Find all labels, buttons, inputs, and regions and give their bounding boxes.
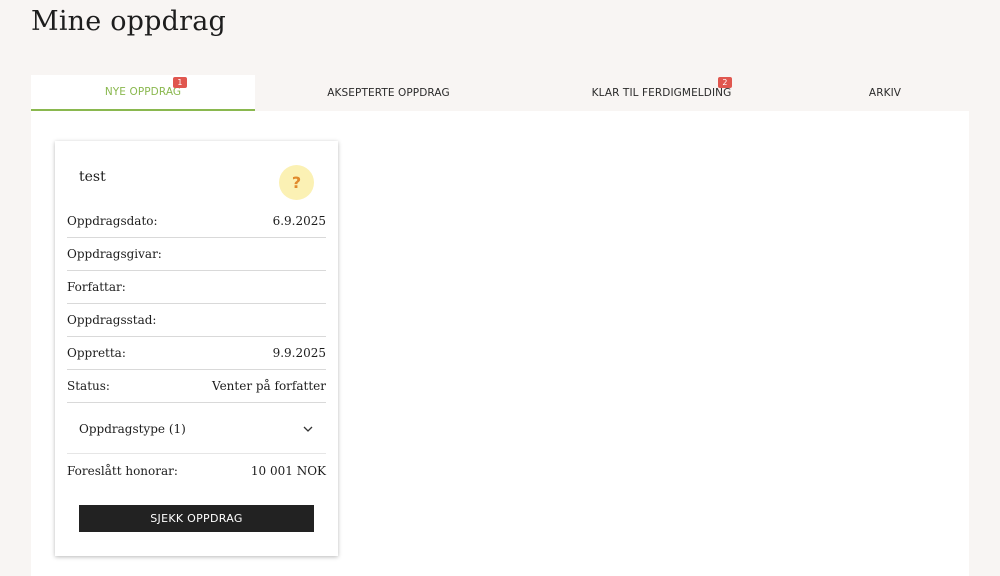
detail-row-oppdragsstad: Oppdragsstad: bbox=[67, 304, 326, 337]
tab-label: AKSEPTERTE OPPDRAG bbox=[327, 87, 450, 99]
page-title: Mine oppdrag bbox=[31, 6, 227, 37]
tab-label: KLAR TIL FERDIGMELDING bbox=[591, 87, 732, 99]
detail-label: Oppdragsdato: bbox=[67, 214, 158, 228]
detail-label: Status: bbox=[67, 379, 110, 393]
sjekk-oppdrag-button[interactable]: SJEKK OPPDRAG bbox=[79, 505, 314, 532]
fee-value: 10 001 NOK bbox=[250, 463, 326, 478]
detail-row-oppdragsdato: Oppdragsdato: 6.9.2025 bbox=[67, 205, 326, 238]
tab-aksepterte-oppdrag[interactable]: AKSEPTERTE OPPDRAG bbox=[255, 75, 522, 111]
detail-value: 9.9.2025 bbox=[272, 346, 326, 360]
expander-label: Oppdragstype (1) bbox=[79, 421, 186, 436]
tab-klar-til-ferdigmelding[interactable]: KLAR TIL FERDIGMELDING 2 bbox=[522, 75, 801, 111]
fee-label: Foreslått honorar: bbox=[67, 463, 178, 478]
detail-row-oppretta: Oppretta: 9.9.2025 bbox=[67, 337, 326, 370]
detail-row-status: Status: Venter på forfatter bbox=[67, 370, 326, 403]
detail-label: Forfattar: bbox=[67, 280, 126, 294]
status-icon-glyph: ? bbox=[291, 173, 302, 192]
card-title: test bbox=[79, 169, 106, 185]
detail-row-oppdragsgivar: Oppdragsgivar: bbox=[67, 238, 326, 271]
detail-value: Venter på forfatter bbox=[212, 379, 326, 393]
detail-list: Oppdragsdato: 6.9.2025 Oppdragsgivar: Fo… bbox=[67, 205, 326, 403]
fee-row: Foreslått honorar: 10 001 NOK bbox=[67, 454, 326, 487]
question-icon: ? bbox=[279, 165, 314, 200]
count-badge: 2 bbox=[718, 77, 732, 88]
detail-label: Oppdragsstad: bbox=[67, 313, 157, 327]
oppdragstype-expander[interactable]: Oppdragstype (1) bbox=[67, 404, 326, 454]
tab-label: ARKIV bbox=[868, 87, 902, 99]
chevron-down-icon bbox=[303, 426, 313, 432]
detail-value: 6.9.2025 bbox=[272, 214, 326, 228]
tab-label: NYE OPPDRAG bbox=[104, 86, 182, 98]
tab-panel: test ? Oppdragsdato: 6.9.2025 Oppdragsgi… bbox=[31, 111, 969, 576]
detail-row-forfattar: Forfattar: bbox=[67, 271, 326, 304]
tab-bar: NYE OPPDRAG 1 AKSEPTERTE OPPDRAG KLAR TI… bbox=[31, 75, 969, 111]
detail-label: Oppdragsgivar: bbox=[67, 247, 162, 261]
assignment-card: test ? Oppdragsdato: 6.9.2025 Oppdragsgi… bbox=[55, 141, 338, 556]
tab-arkiv[interactable]: ARKIV bbox=[801, 75, 969, 111]
detail-label: Oppretta: bbox=[67, 346, 126, 360]
count-badge: 1 bbox=[173, 77, 187, 88]
tab-nye-oppdrag[interactable]: NYE OPPDRAG 1 bbox=[31, 75, 255, 111]
